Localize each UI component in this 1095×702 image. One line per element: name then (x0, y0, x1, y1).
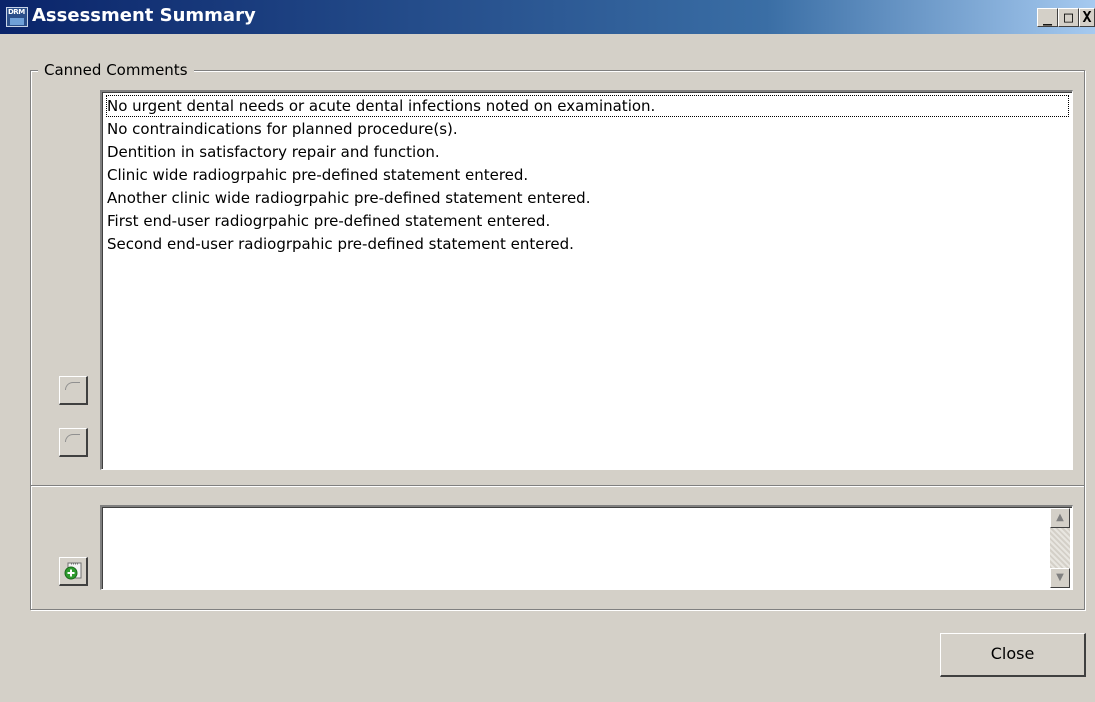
maximize-button[interactable]: □ (1058, 8, 1079, 27)
canned-comments-label: Canned Comments (38, 61, 194, 79)
minimize-button[interactable]: _ (1037, 8, 1058, 27)
add-comment-icon (64, 562, 82, 580)
list-item[interactable]: No contraindications for planned procedu… (106, 118, 458, 140)
list-item[interactable]: No urgent dental needs or acute dental i… (106, 95, 1069, 117)
scroll-up-icon: ▲ (1056, 512, 1064, 523)
scroll-down-icon: ▼ (1056, 572, 1064, 583)
scroll-up-button[interactable]: ▲ (1050, 508, 1070, 528)
add-comment-button[interactable] (59, 557, 88, 586)
list-item[interactable]: First end-user radiogrpahic pre-defined … (106, 210, 550, 232)
comment-memo[interactable]: ▲ ▼ (100, 505, 1073, 590)
list-item[interactable]: Second end-user radiogrpahic pre-defined… (106, 233, 574, 255)
close-window-button[interactable]: X (1079, 8, 1095, 27)
window-title: Assessment Summary (32, 5, 256, 26)
title-bar[interactable]: DRM Assessment Summary _ □ X (0, 0, 1095, 34)
comment-text-input[interactable] (104, 508, 1038, 590)
move-down-icon (65, 434, 80, 442)
move-up-button[interactable] (59, 376, 88, 405)
list-item[interactable]: Clinic wide radiogrpahic pre-defined sta… (106, 164, 528, 186)
canned-comments-list[interactable]: No urgent dental needs or acute dental i… (100, 90, 1073, 470)
move-up-icon (65, 382, 80, 390)
group-divider (31, 485, 1084, 487)
move-down-button[interactable] (59, 428, 88, 457)
memo-scrollbar[interactable]: ▲ ▼ (1050, 508, 1070, 588)
app-icon: DRM (6, 7, 28, 27)
scroll-down-button[interactable]: ▼ (1050, 568, 1070, 588)
list-item[interactable]: Another clinic wide radiogrpahic pre-def… (106, 187, 590, 209)
close-button[interactable]: Close (940, 633, 1086, 677)
app-icon-label: DRM (8, 8, 25, 16)
list-item[interactable]: Dentition in satisfactory repair and fun… (106, 141, 440, 163)
